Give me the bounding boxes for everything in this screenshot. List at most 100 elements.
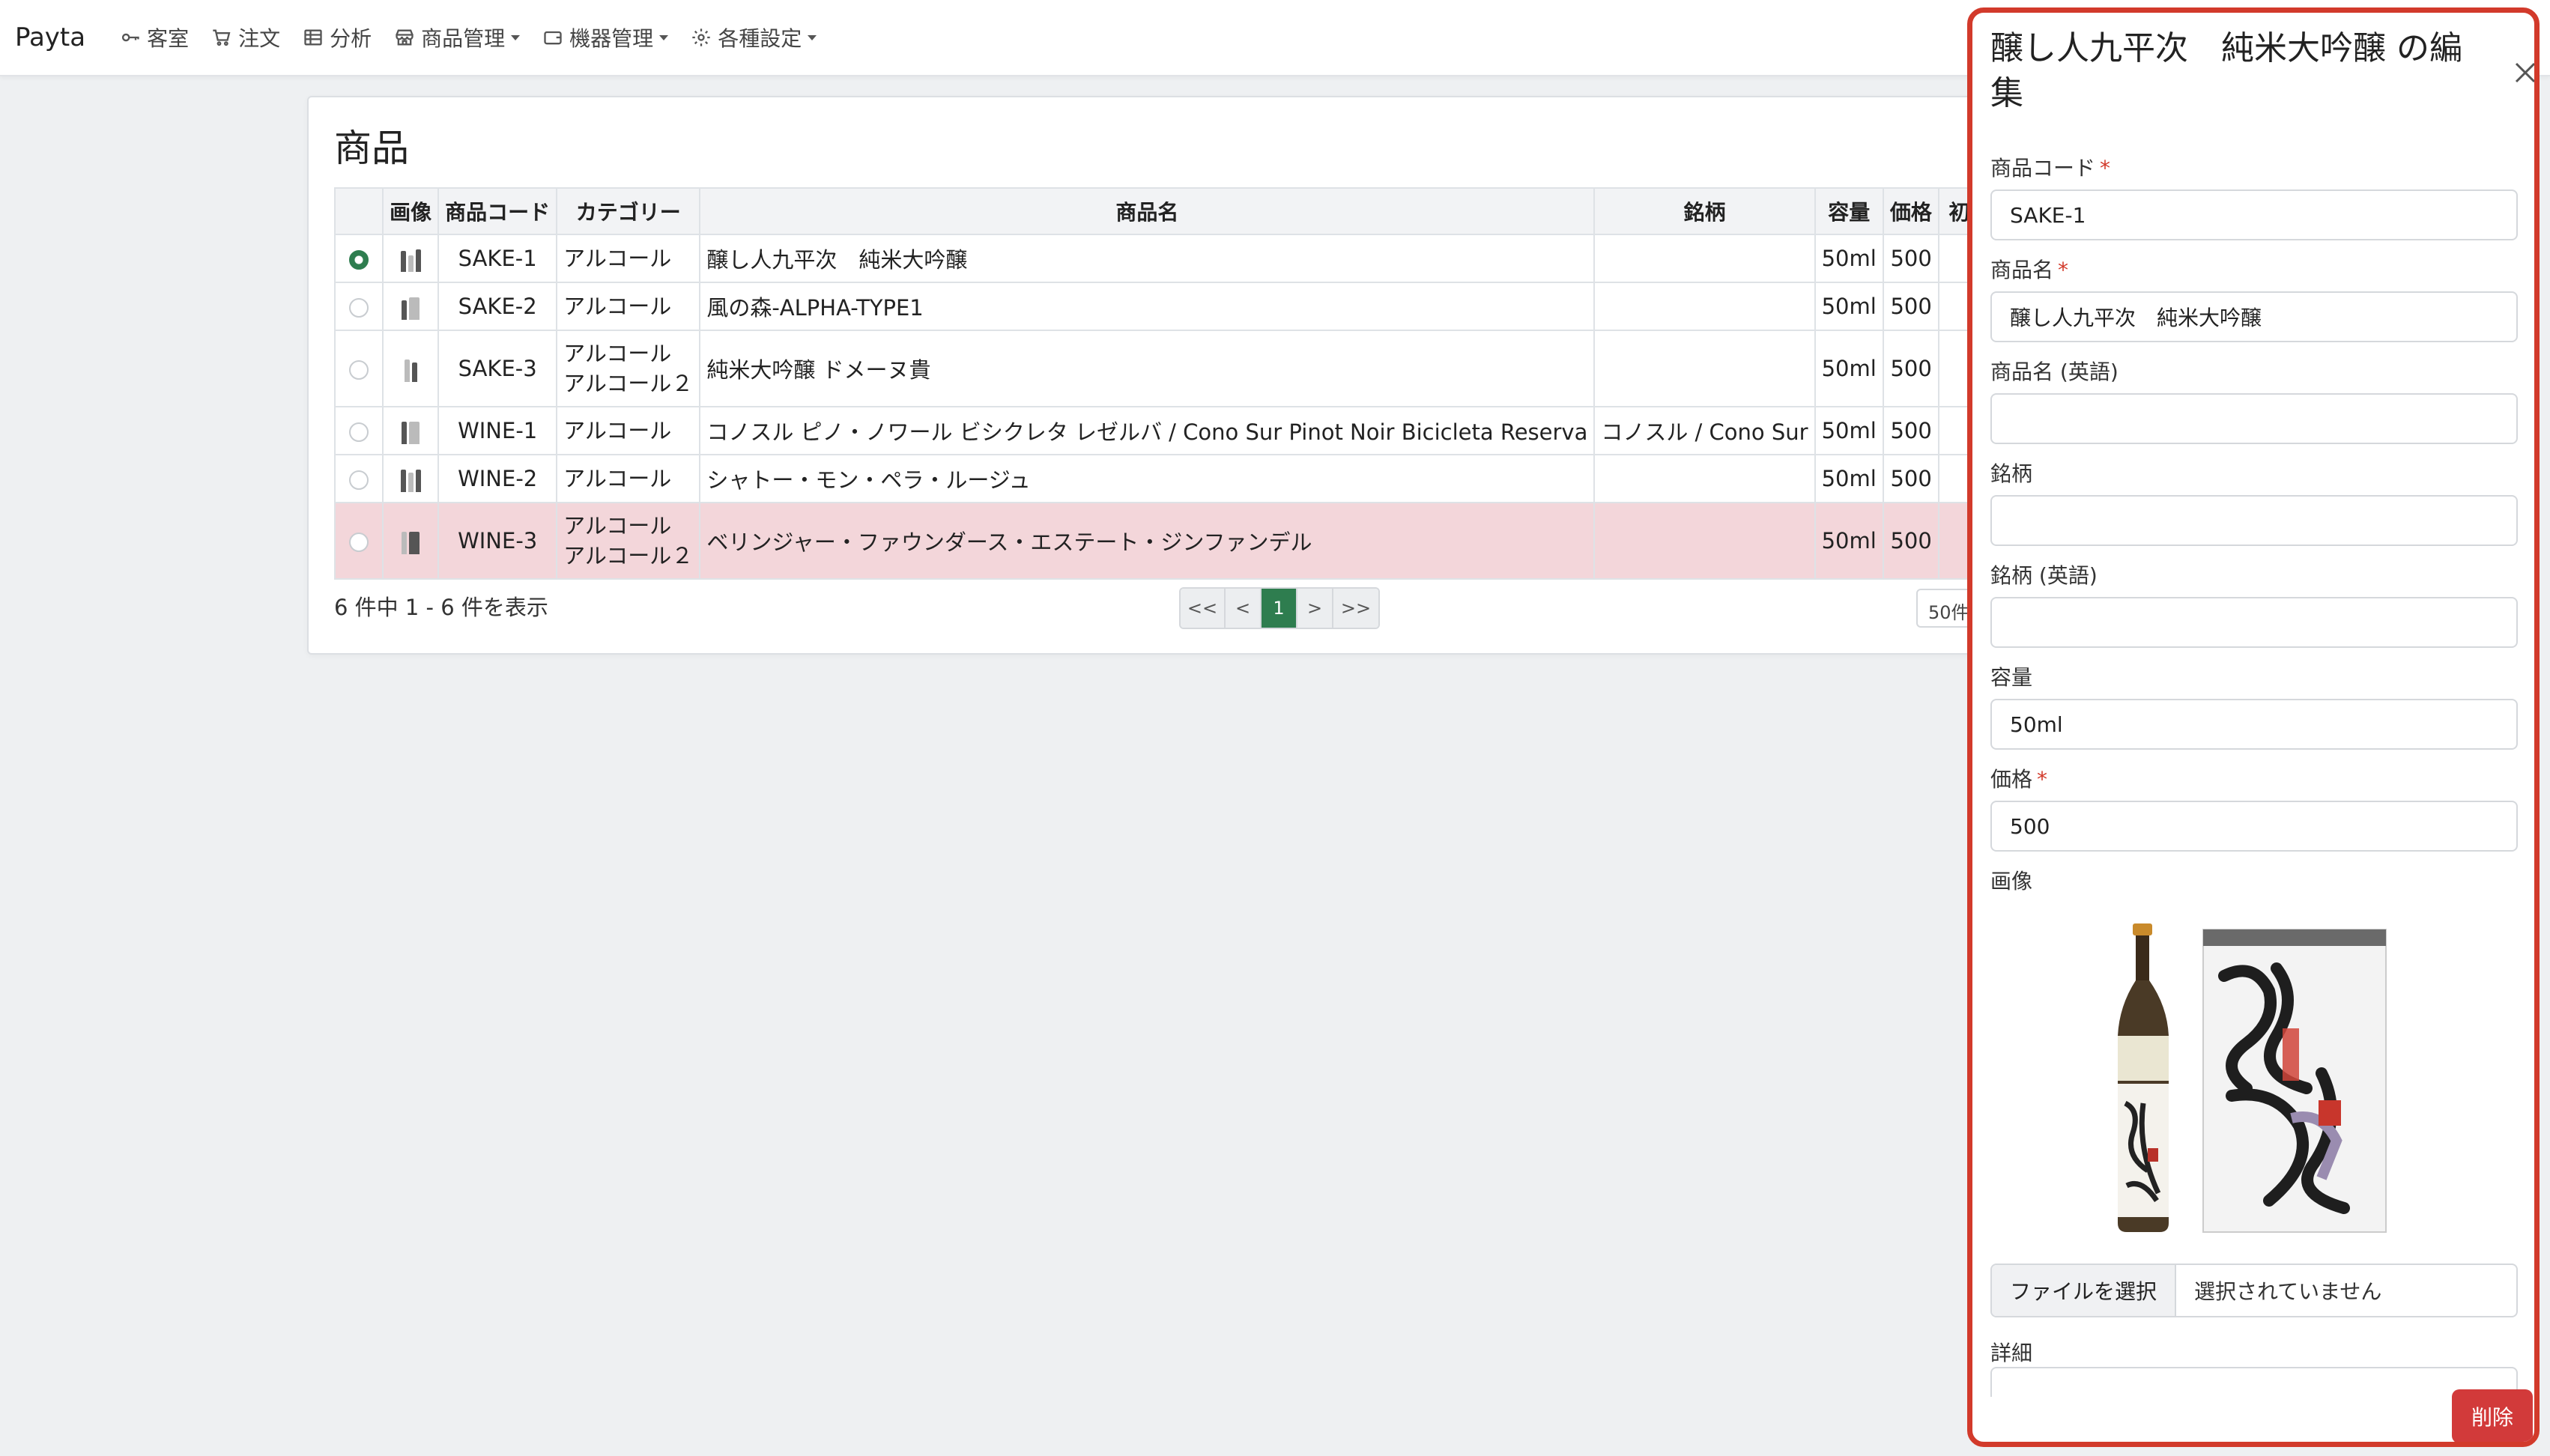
next-page-button[interactable]: > bbox=[1297, 589, 1333, 628]
name-en-input[interactable] bbox=[1990, 393, 2518, 444]
row-select-radio[interactable] bbox=[349, 470, 369, 490]
product-code: SAKE-3 bbox=[437, 330, 558, 407]
image-file-input[interactable]: ファイルを選択 選択されていません bbox=[1990, 1264, 2518, 1317]
table-row[interactable]: SAKE-1 アルコール 醸し人九平次 純米大吟醸 50ml 500 14 bbox=[333, 234, 2044, 283]
row-select-radio[interactable] bbox=[349, 298, 369, 318]
nav-label: 分析 bbox=[330, 26, 372, 51]
required-mark: * bbox=[2037, 767, 2048, 792]
product-volume: 50ml bbox=[1814, 234, 1884, 283]
product-brand bbox=[1593, 282, 1816, 331]
product-thumbnail bbox=[402, 530, 420, 554]
product-name: コノスル ピノ・ノワール ビシクレタ レゼルバ / Cono Sur Pinot… bbox=[699, 406, 1596, 455]
nav-item-product-management[interactable]: 商品管理 bbox=[394, 22, 521, 52]
price-input[interactable]: 500 bbox=[1990, 801, 2518, 852]
table-row[interactable]: WINE-1 アルコール コノスル ピノ・ノワール ビシクレタ レゼルバ / C… bbox=[333, 406, 2044, 455]
product-thumbnail bbox=[404, 358, 417, 382]
detail-label: 詳細 bbox=[1990, 1341, 2033, 1365]
product-price: 500 bbox=[1882, 282, 1939, 331]
category-label: アルコール bbox=[563, 466, 672, 491]
detail-textarea[interactable] bbox=[1990, 1367, 2518, 1397]
required-mark: * bbox=[2058, 258, 2069, 282]
name-label: 商品名 * bbox=[1990, 254, 2068, 284]
required-mark: * bbox=[2100, 156, 2111, 181]
nav-label: 機器管理 bbox=[569, 26, 654, 51]
product-image-preview bbox=[2104, 923, 2404, 1238]
column-header[interactable]: 容量 bbox=[1814, 187, 1884, 235]
product-name: シャトー・モン・ペラ・ルージュ bbox=[699, 454, 1596, 503]
product-code: WINE-2 bbox=[437, 454, 558, 503]
pagination: << < 1 > >> bbox=[1179, 587, 1380, 629]
product-volume: 50ml bbox=[1814, 454, 1884, 503]
row-select-radio[interactable] bbox=[349, 533, 369, 552]
product-code: WINE-1 bbox=[437, 406, 558, 455]
name-input[interactable]: 醸し人九平次 純米大吟醸 bbox=[1990, 291, 2518, 342]
product-volume: 50ml bbox=[1814, 330, 1884, 407]
name-en-label: 商品名 (英語) bbox=[1990, 360, 2119, 384]
close-button[interactable] bbox=[2513, 61, 2534, 85]
column-header[interactable]: 銘柄 bbox=[1593, 187, 1816, 235]
first-page-button[interactable]: << bbox=[1181, 589, 1226, 628]
category-label: アルコール bbox=[563, 418, 672, 443]
result-summary: 6 件中 1 - 6 件を表示 bbox=[334, 595, 548, 620]
column-header[interactable]: 商品コード bbox=[437, 187, 558, 235]
code-input[interactable]: SAKE-1 bbox=[1990, 189, 2518, 240]
product-volume: 50ml bbox=[1814, 406, 1884, 455]
category-label: アルコール bbox=[563, 294, 672, 319]
product-volume: 50ml bbox=[1814, 282, 1884, 331]
nav-item-orders[interactable]: 注文 bbox=[211, 22, 280, 52]
select-column-header bbox=[333, 187, 384, 235]
product-thumbnail bbox=[402, 296, 420, 320]
label-text: 商品コード bbox=[1990, 156, 2096, 181]
products-card: 商品 画像 商品コード カテゴリー 商品名 銘柄 容量 価格 初期在庫 SAKE… bbox=[307, 96, 2045, 655]
category-label: アルコール bbox=[563, 341, 672, 366]
nav-item-rooms[interactable]: 客室 bbox=[120, 22, 189, 52]
product-brand bbox=[1593, 502, 1816, 580]
table-row-highlighted[interactable]: WINE-3 アルコール アルコール２ ベリンジャー・ファウンダース・エステート・… bbox=[333, 502, 2044, 580]
product-code: SAKE-1 bbox=[437, 234, 558, 283]
last-page-button[interactable]: >> bbox=[1333, 589, 1378, 628]
product-thumbnail bbox=[402, 420, 420, 444]
image-label: 画像 bbox=[1990, 869, 2033, 894]
nav-item-settings[interactable]: 各種設定 bbox=[691, 22, 817, 52]
row-select-radio[interactable] bbox=[349, 360, 369, 380]
volume-input[interactable]: 50ml bbox=[1990, 699, 2518, 750]
category-label: アルコール bbox=[563, 246, 672, 271]
category-label: アルコール２ bbox=[563, 371, 694, 396]
label-text: 価格 bbox=[1990, 767, 2033, 792]
table-row[interactable]: SAKE-2 アルコール 風の森-ALPHA-TYPE1 50ml 500 14 bbox=[333, 282, 2044, 331]
nav-item-device-management[interactable]: 機器管理 bbox=[542, 22, 669, 52]
brand-logo[interactable]: Payta bbox=[15, 22, 85, 52]
brand-input[interactable] bbox=[1990, 495, 2518, 546]
prev-page-button[interactable]: < bbox=[1226, 589, 1262, 628]
product-brand bbox=[1593, 330, 1816, 407]
page-1-button[interactable]: 1 bbox=[1262, 589, 1297, 628]
product-brand bbox=[1593, 234, 1816, 283]
product-name: 風の森-ALPHA-TYPE1 bbox=[699, 282, 1596, 331]
product-code: WINE-3 bbox=[437, 502, 558, 580]
product-brand: コノスル / Cono Sur bbox=[1593, 406, 1816, 455]
product-name: ベリンジャー・ファウンダース・エステート・ジンファンデル bbox=[699, 502, 1596, 580]
product-thumbnail bbox=[400, 248, 421, 272]
label-text: 商品名 bbox=[1990, 258, 2054, 282]
table-row[interactable]: WINE-2 アルコール シャトー・モン・ペラ・ルージュ 50ml 500 14 bbox=[333, 454, 2044, 503]
row-select-radio[interactable] bbox=[349, 250, 369, 270]
product-volume: 50ml bbox=[1814, 502, 1884, 580]
column-header[interactable]: 画像 bbox=[382, 187, 440, 235]
table-row[interactable]: SAKE-3 アルコール アルコール２ 純米大吟醸 ドメーヌ貴 50ml 500 … bbox=[333, 330, 2044, 407]
page-title: 商品 bbox=[334, 127, 409, 170]
nav-label: 商品管理 bbox=[421, 26, 506, 51]
category-label: アルコール２ bbox=[563, 543, 694, 568]
choose-file-button[interactable]: ファイルを選択 bbox=[1992, 1265, 2176, 1316]
gear-icon bbox=[692, 28, 710, 46]
nav-label: 客室 bbox=[147, 26, 190, 51]
column-header[interactable]: カテゴリー bbox=[556, 187, 701, 235]
row-select-radio[interactable] bbox=[349, 422, 369, 442]
volume-label: 容量 bbox=[1990, 665, 2033, 690]
column-header[interactable]: 商品名 bbox=[699, 187, 1596, 235]
brand-en-label: 銘柄 (英語) bbox=[1990, 563, 2098, 588]
nav-item-analytics[interactable]: 分析 bbox=[303, 22, 372, 52]
delete-button[interactable]: 削除 bbox=[2452, 1389, 2533, 1442]
column-header[interactable]: 価格 bbox=[1882, 187, 1939, 235]
brand-label: 銘柄 bbox=[1990, 461, 2033, 486]
brand-en-input[interactable] bbox=[1990, 597, 2518, 648]
